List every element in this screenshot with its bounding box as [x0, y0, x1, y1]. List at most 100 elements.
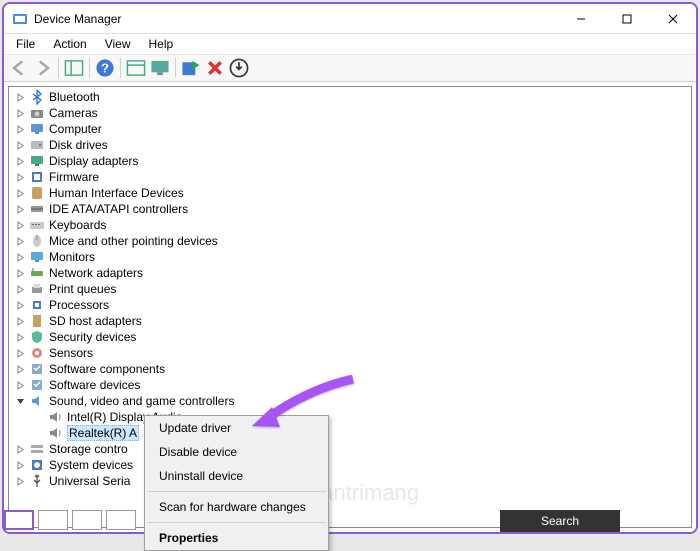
menu-file[interactable]: File: [8, 35, 43, 53]
tree-item[interactable]: Network adapters: [9, 265, 691, 281]
toolbar: ?: [4, 54, 696, 82]
tree-expand-icon[interactable]: [13, 330, 27, 344]
tree-expand-icon[interactable]: [13, 362, 27, 376]
monitor-check-button[interactable]: [149, 57, 171, 79]
tree-item[interactable]: Disk drives: [9, 137, 691, 153]
tree-expand-icon[interactable]: [13, 186, 27, 200]
thumbnail[interactable]: [38, 510, 68, 530]
context-item[interactable]: Disable device: [145, 440, 328, 464]
tree-label: Realtek(R) A: [67, 425, 139, 441]
toolbar-separator: [58, 58, 59, 78]
update-driver-button[interactable]: [228, 57, 250, 79]
tree-expand-icon[interactable]: [13, 138, 27, 152]
tree-expand-icon[interactable]: [13, 378, 27, 392]
context-item[interactable]: Scan for hardware changes: [145, 495, 328, 519]
tree-item[interactable]: Keyboards: [9, 217, 691, 233]
storage-icon: [29, 441, 45, 457]
tree-item[interactable]: Security devices: [9, 329, 691, 345]
tree-expand-icon[interactable]: [13, 282, 27, 296]
help-button[interactable]: ?: [94, 57, 116, 79]
tree-expand-icon[interactable]: [13, 266, 27, 280]
tree-item[interactable]: Sound, video and game controllers: [9, 393, 691, 409]
tree-label: Display adapters: [49, 154, 138, 168]
hid-icon: [29, 185, 45, 201]
thumbnail[interactable]: [72, 510, 102, 530]
tree-expand-icon[interactable]: [13, 202, 27, 216]
tree-expand-icon[interactable]: [13, 90, 27, 104]
maximize-button[interactable]: [604, 4, 650, 34]
tree-expand-icon[interactable]: [13, 106, 27, 120]
tree-item[interactable]: Intel(R) Display Audio: [9, 409, 691, 425]
menu-help[interactable]: Help: [141, 35, 182, 53]
tree-expand-icon[interactable]: [13, 218, 27, 232]
tree-expand-icon[interactable]: [13, 154, 27, 168]
tree-expand-icon[interactable]: [13, 298, 27, 312]
tree-label: Network adapters: [49, 266, 143, 280]
tree-expand-icon[interactable]: [13, 474, 27, 488]
tree-expand-icon[interactable]: [13, 458, 27, 472]
tree-item[interactable]: Monitors: [9, 249, 691, 265]
scan-hardware-button[interactable]: [180, 57, 202, 79]
keyboard-icon: [29, 217, 45, 233]
tree-label: IDE ATA/ATAPI controllers: [49, 202, 188, 216]
tree-item[interactable]: Software components: [9, 361, 691, 377]
tree-label: Bluetooth: [49, 90, 100, 104]
tree-item[interactable]: Cameras: [9, 105, 691, 121]
tree-expand-icon[interactable]: [13, 250, 27, 264]
toolbar-separator: [89, 58, 90, 78]
tree-expand-icon[interactable]: [13, 170, 27, 184]
tree-expand-icon[interactable]: [13, 394, 27, 408]
tree-item[interactable]: System devices: [9, 457, 691, 473]
tree-expand-icon[interactable]: [13, 314, 27, 328]
software-icon: [29, 377, 45, 393]
tree-item[interactable]: Firmware: [9, 169, 691, 185]
tree-label: Storage contro: [49, 442, 128, 456]
mouse-icon: [29, 233, 45, 249]
tree-item[interactable]: Processors: [9, 297, 691, 313]
tree-item[interactable]: Universal Seria: [9, 473, 691, 489]
tree-item[interactable]: Realtek(R) A: [9, 425, 691, 441]
columns-button[interactable]: [125, 57, 147, 79]
search-button[interactable]: Search: [500, 510, 620, 532]
close-button[interactable]: [650, 4, 696, 34]
context-separator: [147, 491, 326, 492]
device-manager-window: Device Manager File Action View Help ? B…: [4, 4, 696, 532]
thumbnail[interactable]: [4, 510, 34, 530]
tree-label: Security devices: [49, 330, 136, 344]
tree-item[interactable]: Bluetooth: [9, 89, 691, 105]
tree-item[interactable]: Computer: [9, 121, 691, 137]
back-button[interactable]: [8, 57, 30, 79]
menu-action[interactable]: Action: [45, 35, 94, 53]
disk-icon: [29, 137, 45, 153]
tree-item[interactable]: Sensors: [9, 345, 691, 361]
context-item[interactable]: Properties: [145, 526, 328, 550]
tree-item[interactable]: IDE ATA/ATAPI controllers: [9, 201, 691, 217]
context-menu: Update driverDisable deviceUninstall dev…: [144, 415, 329, 551]
tree-item[interactable]: Human Interface Devices: [9, 185, 691, 201]
device-tree[interactable]: BluetoothCamerasComputerDisk drives Displ…: [8, 86, 692, 528]
tree-item[interactable]: Display adapters: [9, 153, 691, 169]
tree-expand-icon[interactable]: [13, 346, 27, 360]
minimize-button[interactable]: [558, 4, 604, 34]
tree-expand-icon[interactable]: [13, 442, 27, 456]
tree-expand-icon[interactable]: [13, 122, 27, 136]
tree-label: Monitors: [49, 250, 95, 264]
titlebar: Device Manager: [4, 4, 696, 34]
tree-item[interactable]: SD host adapters: [9, 313, 691, 329]
menu-view[interactable]: View: [97, 35, 139, 53]
show-hide-tree-button[interactable]: [63, 57, 85, 79]
tree-no-expand: [31, 410, 45, 424]
tree-item[interactable]: Mice and other pointing devices: [9, 233, 691, 249]
tree-item[interactable]: Print queues: [9, 281, 691, 297]
tree-label: Disk drives: [49, 138, 108, 152]
tree-label: Sound, video and game controllers: [49, 394, 234, 408]
tree-label: Print queues: [49, 282, 116, 296]
tree-expand-icon[interactable]: [13, 234, 27, 248]
tree-item[interactable]: Software devices: [9, 377, 691, 393]
context-item[interactable]: Uninstall device: [145, 464, 328, 488]
tree-item[interactable]: Storage contro: [9, 441, 691, 457]
forward-button[interactable]: [32, 57, 54, 79]
thumbnail[interactable]: [106, 510, 136, 530]
disable-button[interactable]: [204, 57, 226, 79]
context-item[interactable]: Update driver: [145, 416, 328, 440]
